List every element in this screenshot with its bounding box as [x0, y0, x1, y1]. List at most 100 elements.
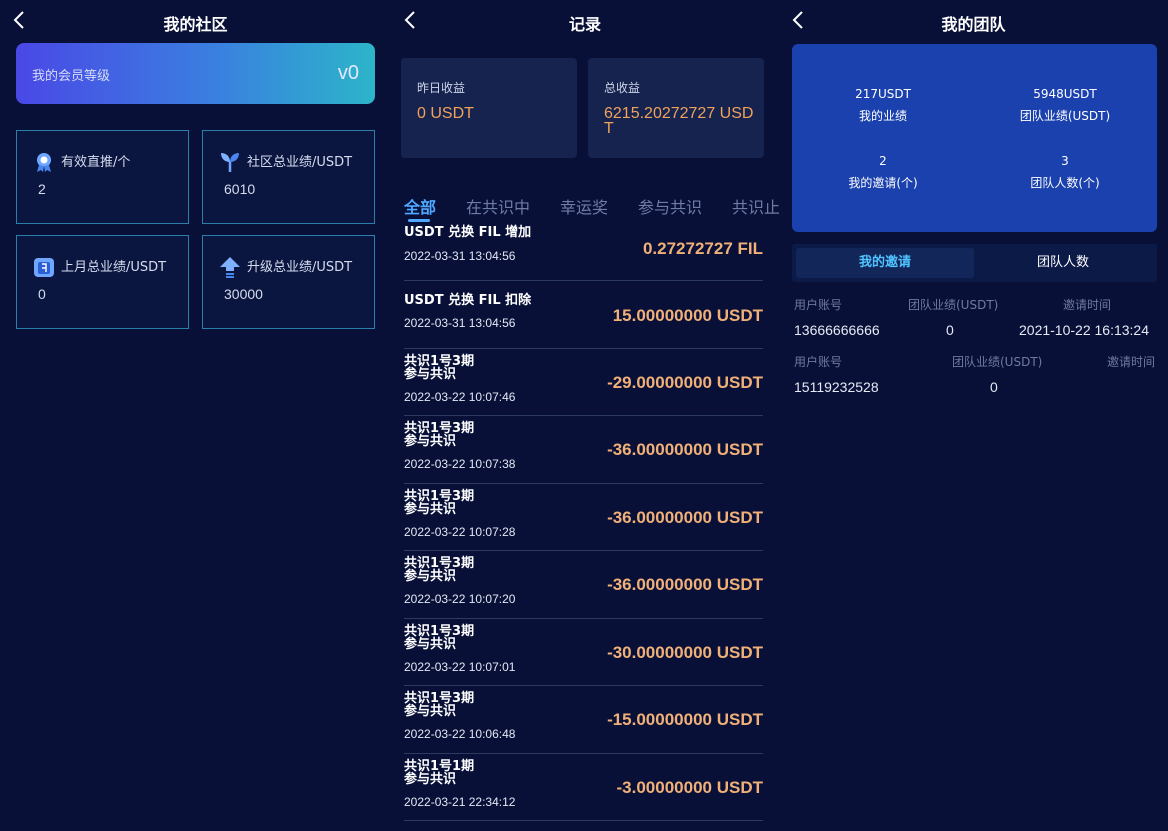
tab-in-consensus[interactable]: 在共识中	[466, 194, 530, 218]
stat-label: 上月总业绩/USDT	[61, 260, 167, 275]
record-time: 2022-03-22 10:07:01	[404, 660, 516, 674]
my-performance: 217USDT 我的业绩	[792, 83, 974, 127]
my-performance-value: 217USDT	[855, 87, 911, 101]
yesterday-earnings-label: 昨日收益	[417, 81, 466, 95]
my-performance-label: 我的业绩	[858, 109, 907, 123]
record-item[interactable]: 共识1号3期 参与共识 2022-03-22 10:07:46 -29.0000…	[404, 349, 763, 416]
stat-label: 有效直推/个	[61, 155, 131, 170]
team-count: 3 团队人数(个)	[974, 150, 1156, 194]
stat-label: 升级总业绩/USDT	[247, 260, 353, 275]
record-item[interactable]: 共识1号3期 参与共识 2022-03-22 10:07:20 -36.0000…	[404, 551, 763, 619]
records-panel: 记录 昨日收益 0 USDT 总收益 6215.20272727 USDT 全部…	[391, 0, 779, 831]
yesterday-earnings-card: 昨日收益 0 USDT	[401, 58, 577, 158]
stat-upgrade-performance: 升级总业绩/USDT 30000	[202, 235, 375, 329]
invite-time: 2021-10-22 16:13:24	[1019, 322, 1149, 338]
record-item[interactable]: 共识1号3期 参与共识 2022-03-22 10:06:48 -15.0000…	[404, 686, 763, 754]
record-item[interactable]: USDT 兑换 FIL 扣除 2022-03-31 13:04:56 15.00…	[404, 281, 763, 349]
record-item[interactable]: 共识1号3期 参与共识 2022-03-22 10:07:01 -30.0000…	[404, 619, 763, 686]
team-panel: 我的团队 217USDT 我的业绩 5948USDT 团队业绩(USDT) 2 …	[779, 0, 1168, 831]
team-summary-card: 217USDT 我的业绩 5948USDT 团队业绩(USDT) 2 我的邀请(…	[792, 44, 1157, 232]
tab-consensus-stop[interactable]: 共识止	[732, 194, 779, 218]
tab-lucky-award[interactable]: 幸运奖	[560, 194, 608, 218]
team-count-label: 团队人数(个)	[1030, 176, 1100, 190]
medal-icon	[37, 153, 51, 172]
column-header-account: 用户账号	[794, 298, 843, 312]
invite-account: 13666666666	[794, 322, 880, 338]
community-panel: 我的社区 我的会员等级 v0 有效直推/个 2 社区总业绩/USDT 6010 …	[0, 0, 391, 831]
stat-value: 0	[38, 286, 46, 302]
record-time: 2022-03-22 10:07:38	[404, 457, 516, 471]
record-amount: 0.27272727 FIL	[642, 239, 763, 258]
record-time: 2022-03-22 10:07:46	[404, 390, 516, 404]
record-amount: -36.00000000 USDT	[607, 508, 763, 527]
tab-all[interactable]: 全部	[404, 194, 436, 218]
member-level-card[interactable]: 我的会员等级 v0	[16, 43, 375, 104]
record-item[interactable]: 共识1号1期 参与共识 2022-03-21 22:34:12 -3.00000…	[404, 754, 763, 821]
record-amount: -3.00000000 USDT	[616, 778, 763, 797]
record-subtitle: 参与共识	[404, 367, 457, 382]
total-earnings-label: 总收益	[604, 81, 641, 95]
stat-value: 2	[38, 181, 46, 197]
page-title: 我的团队	[941, 15, 1006, 34]
sprout-icon	[221, 153, 239, 172]
yesterday-earnings-value: 0 USDT	[417, 105, 474, 122]
nav-bar: 记录	[391, 0, 779, 42]
record-time: 2022-03-22 10:06:48	[404, 727, 516, 741]
segment-my-invites[interactable]: 我的邀请	[796, 248, 974, 278]
total-earnings-value: 6215.20272727 USDT	[604, 105, 754, 137]
my-invites-label: 我的邀请(个)	[848, 176, 918, 190]
page-title: 记录	[568, 15, 601, 34]
upgrade-arrow-icon	[220, 257, 240, 278]
record-tabs: 全部 在共识中 幸运奖 参与共识 共识止	[404, 194, 779, 222]
invite-account: 15119232528	[794, 379, 879, 395]
record-time: 2022-03-31 13:04:56	[404, 316, 516, 330]
column-header-account: 用户账号	[794, 355, 843, 369]
invite-performance: 0	[946, 322, 954, 338]
stat-last-month-performance: 上月总业绩/USDT 0	[16, 235, 189, 329]
tab-join-consensus[interactable]: 参与共识	[638, 194, 702, 218]
total-earnings-card: 总收益 6215.20272727 USDT	[588, 58, 764, 158]
stat-label: 社区总业绩/USDT	[247, 155, 353, 170]
member-level-value: v0	[337, 62, 359, 84]
column-header-invite-time: 邀请时间	[1107, 355, 1156, 369]
nav-bar: 我的社区	[0, 0, 391, 42]
stat-community-performance: 社区总业绩/USDT 6010	[202, 130, 375, 224]
column-header-invite-time: 邀请时间	[1063, 298, 1112, 312]
record-subtitle: 参与共识	[404, 434, 457, 449]
column-header-team-performance: 团队业绩(USDT)	[952, 355, 1043, 369]
record-amount: -30.00000000 USDT	[607, 643, 763, 662]
calendar-icon	[34, 258, 54, 277]
stat-value: 6010	[224, 181, 256, 197]
record-time: 2022-03-21 22:34:12	[404, 795, 516, 809]
nav-bar: 我的团队	[779, 0, 1168, 42]
page-title: 我的社区	[163, 15, 228, 34]
stat-direct-referrals: 有效直推/个 2	[16, 130, 189, 224]
team-segment-control: 我的邀请 团队人数	[792, 244, 1157, 282]
my-invites-value: 2	[879, 154, 887, 168]
column-header-team-performance: 团队业绩(USDT)	[908, 298, 999, 312]
record-item[interactable]: USDT 兑换 FIL 增加 2022-03-31 13:04:56 0.272…	[404, 222, 763, 281]
record-subtitle: 参与共识	[404, 569, 457, 584]
team-count-value: 3	[1061, 154, 1069, 168]
segment-team-count[interactable]: 团队人数	[974, 248, 1152, 278]
record-time: 2022-03-31 13:04:56	[404, 249, 516, 263]
record-title: USDT 兑换 FIL 扣除	[404, 293, 532, 308]
record-amount: -15.00000000 USDT	[607, 710, 763, 729]
invite-performance: 0	[990, 379, 998, 395]
record-item[interactable]: 共识1号3期 参与共识 2022-03-22 10:07:28 -36.0000…	[404, 484, 763, 551]
my-invites: 2 我的邀请(个)	[792, 150, 974, 194]
record-subtitle: 参与共识	[404, 502, 457, 517]
record-amount: -36.00000000 USDT	[607, 440, 763, 459]
team-performance: 5948USDT 团队业绩(USDT)	[974, 83, 1156, 127]
record-time: 2022-03-22 10:07:28	[404, 525, 516, 539]
record-subtitle: 参与共识	[404, 637, 457, 652]
record-amount: 15.00000000 USDT	[612, 306, 763, 325]
team-performance-value: 5948USDT	[1033, 87, 1097, 101]
record-item[interactable]: 共识1号3期 参与共识 2022-03-22 10:07:38 -36.0000…	[404, 416, 763, 484]
stat-value: 30000	[224, 286, 263, 302]
record-subtitle: 参与共识	[404, 772, 457, 787]
record-title: USDT 兑换 FIL 增加	[404, 225, 532, 240]
record-amount: -36.00000000 USDT	[607, 575, 763, 594]
member-level-label: 我的会员等级	[32, 69, 111, 84]
record-subtitle: 参与共识	[404, 704, 457, 719]
